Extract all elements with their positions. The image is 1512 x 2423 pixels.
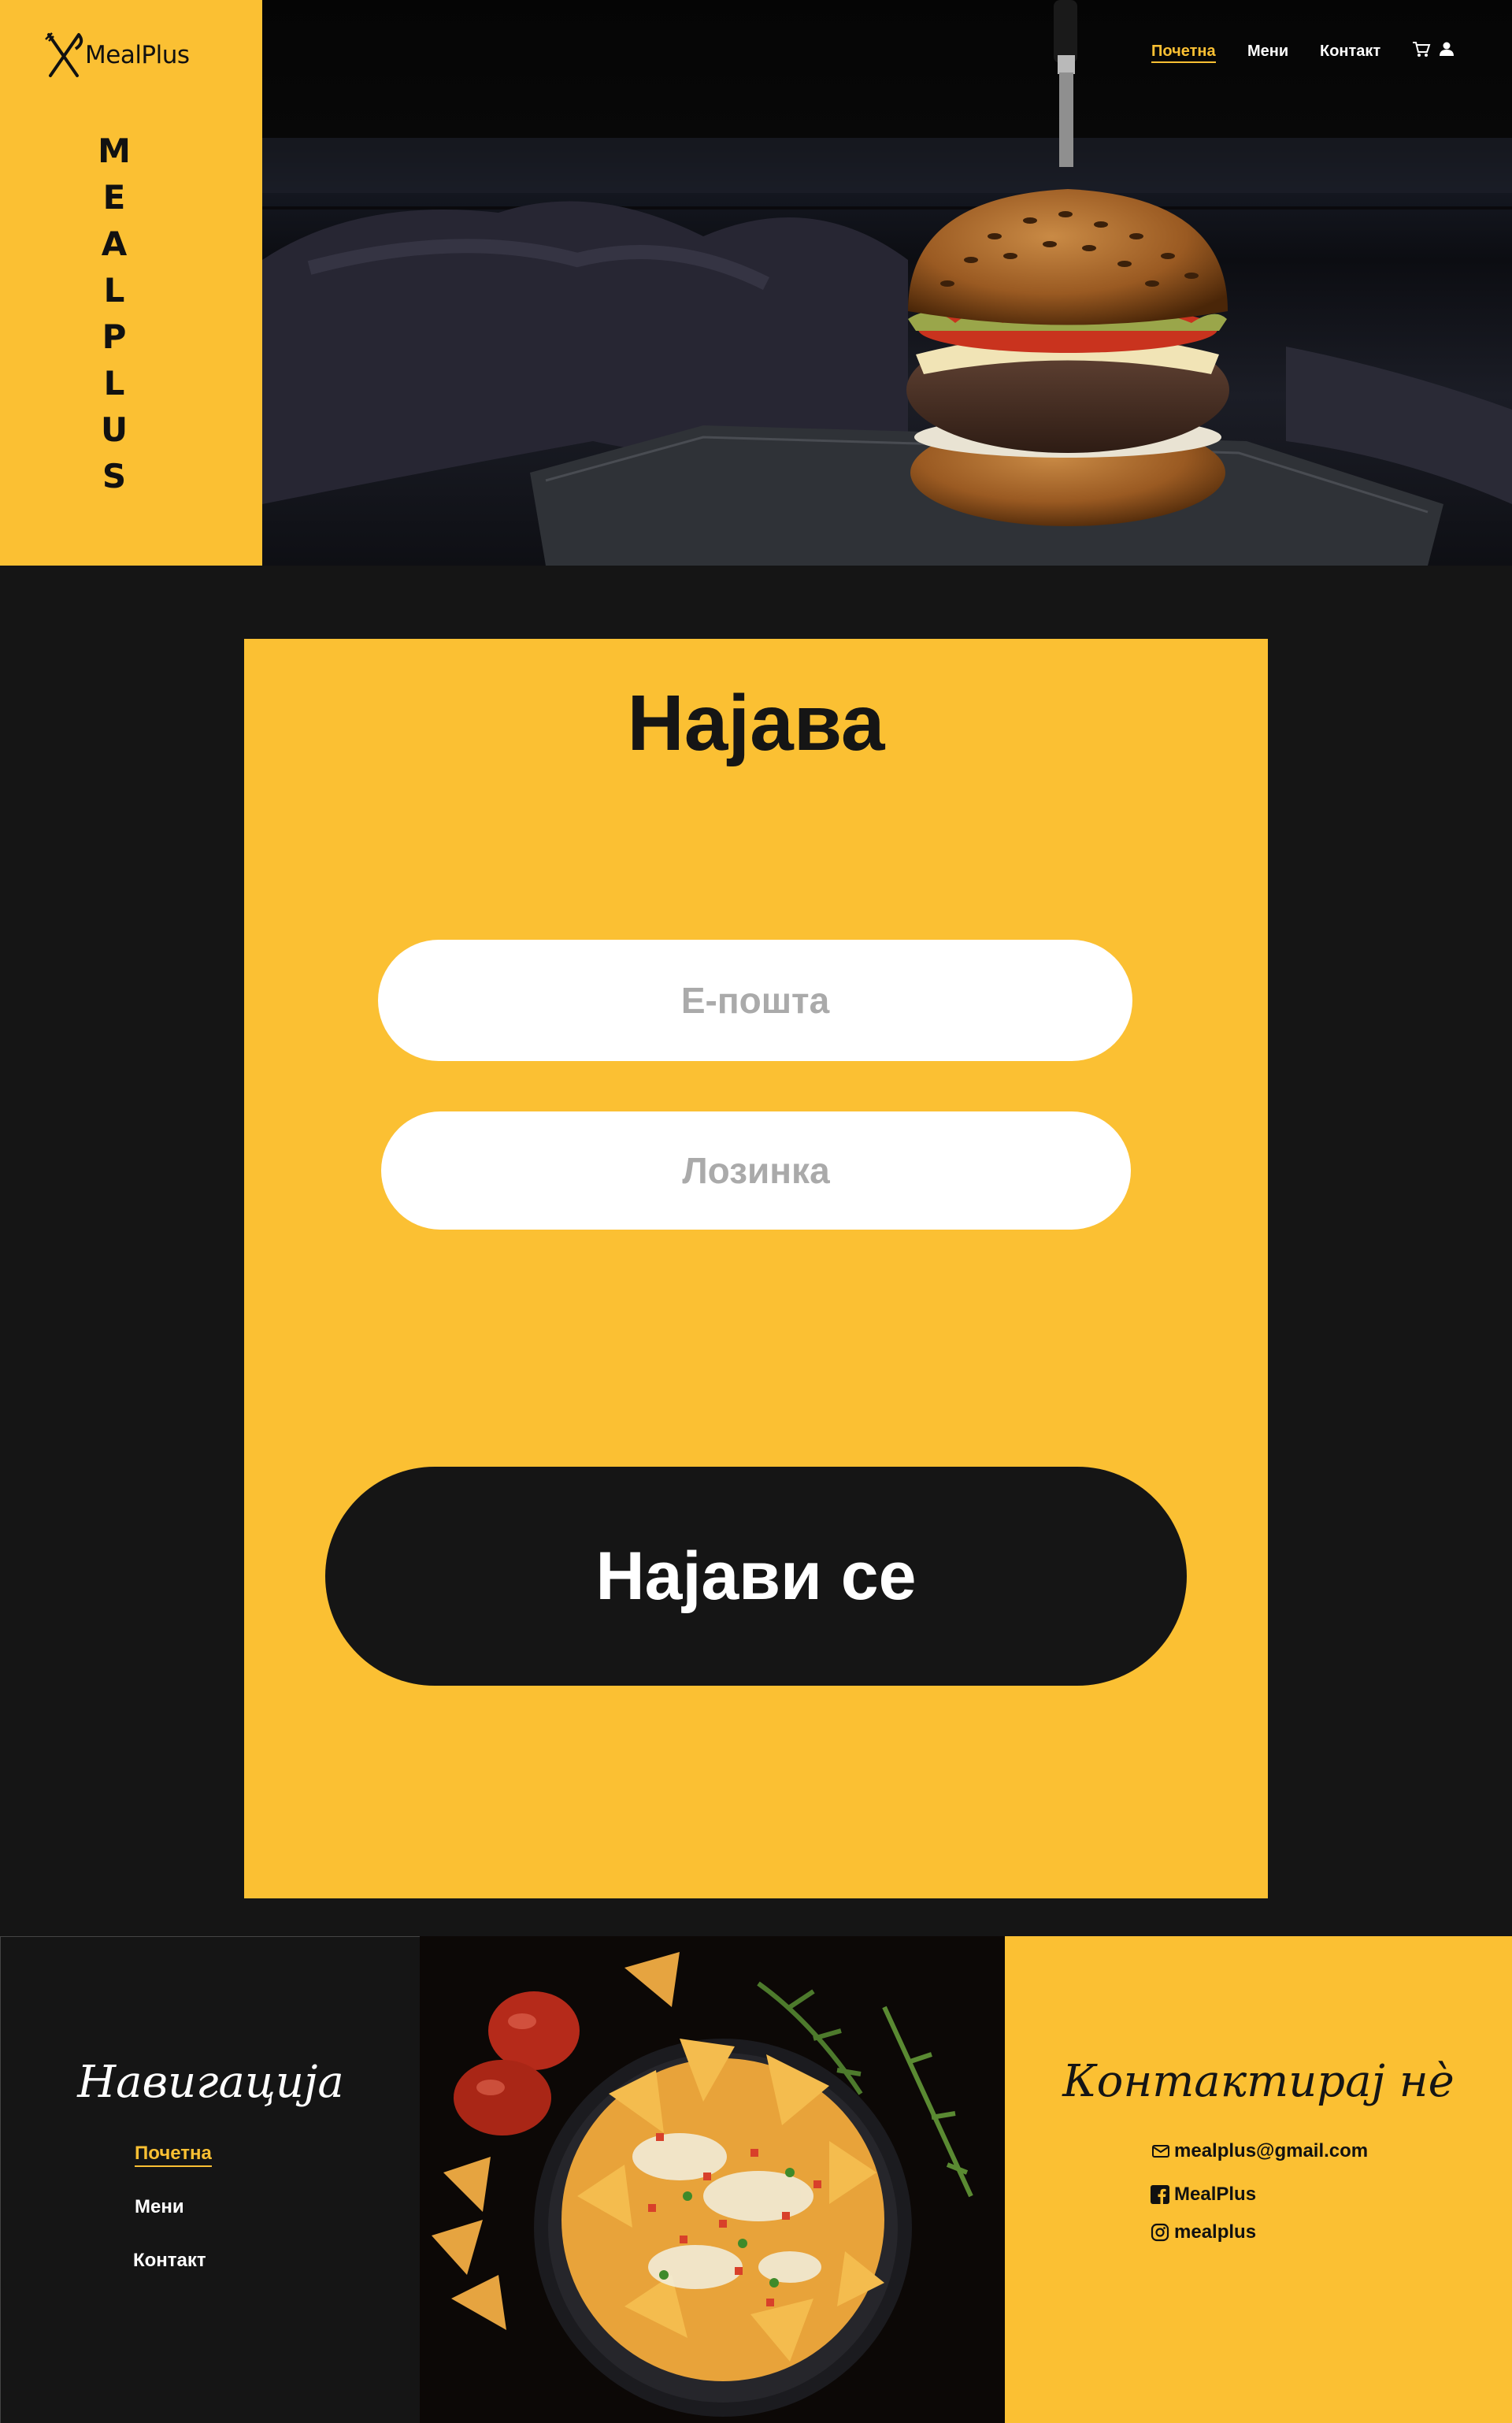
footer: Навигација Почетна Мени Контакт Контакти… bbox=[0, 1936, 1512, 2423]
logo[interactable]: MealPlus bbox=[44, 32, 190, 79]
nachos-image bbox=[420, 1936, 1005, 2423]
vertical-letter: L bbox=[103, 271, 125, 310]
contact-instagram[interactable]: mealplus bbox=[1151, 2221, 1256, 2243]
footer-contact: Контактирај нè mealplus@gmail.com MealPl… bbox=[1005, 1936, 1512, 2423]
nav-link-menu[interactable]: Мени bbox=[1247, 41, 1288, 61]
contact-instagram-label: mealplus bbox=[1174, 2221, 1257, 2243]
burger-illustration bbox=[262, 0, 1512, 566]
vertical-letter: L bbox=[103, 364, 125, 403]
login-title: Најава bbox=[627, 679, 885, 767]
password-field[interactable] bbox=[381, 1111, 1131, 1230]
footer-navigation: Навигација Почетна Мени Контакт bbox=[0, 1936, 420, 2423]
fork-knife-icon bbox=[45, 32, 83, 77]
footer-contact-title: Контактирај нè bbox=[1062, 2056, 1455, 2107]
vertical-letter: U bbox=[100, 410, 128, 449]
top-nav: Почетна Мени Контакт bbox=[1040, 41, 1512, 65]
email-field[interactable] bbox=[378, 940, 1132, 1061]
contact-email-label: mealplus@gmail.com bbox=[1174, 2140, 1369, 2161]
contact-facebook-label: MealPlus bbox=[1174, 2184, 1257, 2205]
cart-icon[interactable] bbox=[1412, 41, 1431, 58]
footer-link-home[interactable]: Почетна bbox=[135, 2142, 212, 2167]
brand-sidebar: MealPlus M E A L P L U S bbox=[0, 0, 262, 566]
login-button[interactable]: Најави се bbox=[325, 1467, 1187, 1686]
login-card: Најава Најави се bbox=[244, 639, 1268, 1898]
instagram-icon bbox=[1151, 2223, 1169, 2242]
footer-nav-title: Навигација bbox=[77, 2057, 344, 2108]
facebook-icon bbox=[1151, 2185, 1169, 2204]
contact-facebook[interactable]: MealPlus bbox=[1151, 2184, 1256, 2206]
vertical-letter: M bbox=[98, 132, 131, 170]
footer-link-contact[interactable]: Контакт bbox=[133, 2249, 206, 2273]
user-icon[interactable] bbox=[1439, 41, 1455, 57]
nav-link-home[interactable]: Почетна bbox=[1151, 41, 1216, 63]
mail-icon bbox=[1152, 2145, 1169, 2158]
vertical-letter: S bbox=[102, 457, 127, 495]
vertical-letter: A bbox=[101, 224, 128, 263]
vertical-brand-word: M E A L P L U S bbox=[0, 128, 228, 499]
hero-image: Почетна Мени Контакт bbox=[262, 0, 1512, 566]
nav-link-contact[interactable]: Контакт bbox=[1320, 41, 1380, 61]
vertical-letter: P bbox=[102, 317, 127, 356]
contact-email[interactable]: mealplus@gmail.com bbox=[1152, 2140, 1368, 2162]
footer-link-menu[interactable]: Мени bbox=[135, 2195, 184, 2219]
vertical-letter: E bbox=[102, 178, 126, 217]
logo-text: MealPlus bbox=[85, 41, 190, 69]
